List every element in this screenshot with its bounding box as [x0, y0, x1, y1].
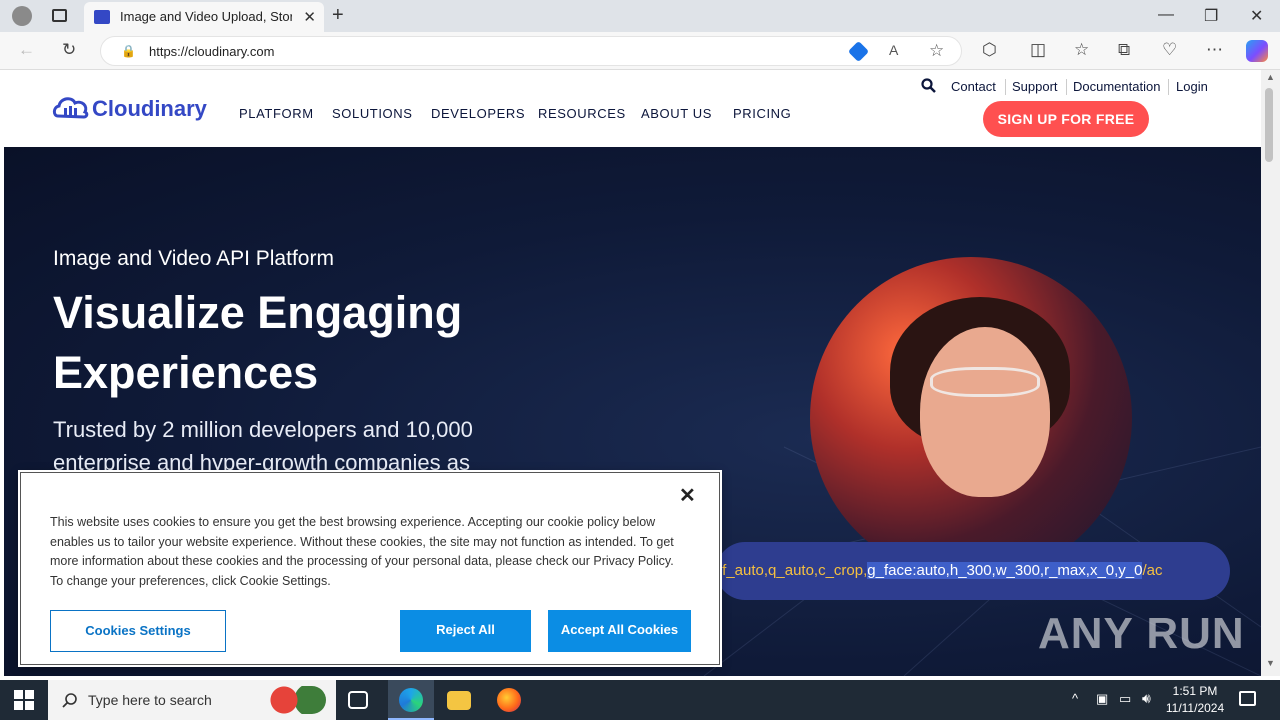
notifications-icon[interactable] [1239, 691, 1256, 706]
address-bar[interactable]: 🔒 https://cloudinary.com A ☆ [100, 36, 962, 66]
browser-essentials-icon[interactable]: ♡ [1162, 40, 1177, 60]
windows-start-icon[interactable] [14, 690, 34, 710]
show-hidden-icons[interactable]: ^ [1072, 691, 1078, 706]
window-close-icon[interactable]: ✕ [1250, 6, 1263, 26]
extensions-icon[interactable]: ⬡ [982, 40, 997, 60]
new-tab-button[interactable]: + [332, 4, 344, 27]
scroll-thumb[interactable] [1265, 88, 1273, 162]
volume-icon[interactable]: 🔊︎ [1142, 690, 1151, 707]
tab-cloudinary[interactable]: Image and Video Upload, Storage, ✕ [84, 2, 324, 32]
edge-browser-icon[interactable] [399, 688, 423, 712]
clock-time[interactable]: 1:51 PM [1164, 684, 1226, 698]
windows-taskbar: Type here to search ^ ▣ ▭ 🔊︎ 1:51 PM 11/… [0, 680, 1280, 720]
contact-link[interactable]: Contact [951, 79, 996, 94]
scroll-down-arrow-icon[interactable]: ▼ [1266, 658, 1275, 668]
search-highlight-icon [266, 686, 326, 714]
more-menu-icon[interactable]: ⋯ [1206, 40, 1223, 60]
url-highlight: g_face:auto,h_300,w_300,r_max,x_0,y_0 [867, 562, 1143, 579]
file-explorer-icon[interactable] [447, 691, 471, 710]
accept-all-cookies-button[interactable]: Accept All Cookies [548, 610, 691, 652]
divider [1005, 79, 1006, 95]
page-scrollbar[interactable]: ▲ ▼ [1261, 70, 1280, 676]
reject-all-button[interactable]: Reject All [400, 610, 531, 652]
url-suffix: /ac [1142, 562, 1163, 579]
network-icon[interactable]: ▭ [1119, 691, 1131, 707]
hero-title: Visualize Engaging Experiences [53, 287, 463, 398]
lock-icon: 🔒 [121, 44, 136, 58]
cookies-settings-button[interactable]: Cookies Settings [50, 610, 226, 652]
url-text: https://cloudinary.com [149, 44, 275, 59]
support-link[interactable]: Support [1012, 79, 1058, 94]
tab-title: Image and Video Upload, Storage, [120, 9, 292, 24]
firefox-icon[interactable] [497, 688, 521, 712]
tab-actions-icon[interactable] [52, 9, 67, 22]
nav-about-us[interactable]: ABOUT US [641, 106, 712, 121]
split-screen-icon[interactable]: ◫ [1030, 40, 1046, 60]
anyrun-watermark: ANY RUN [1038, 609, 1245, 658]
scroll-up-arrow-icon[interactable]: ▲ [1266, 72, 1275, 82]
minimize-icon[interactable]: — [1158, 6, 1174, 24]
favorites-icon[interactable]: ☆ [1074, 40, 1089, 60]
address-toolbar: ← ↻ 🔒 https://cloudinary.com A ☆ ⬡ ◫ ☆ ⧉… [0, 32, 1280, 70]
hero-subtitle: Trusted by 2 million developers and 10,0… [53, 417, 473, 475]
search-icon[interactable] [921, 78, 936, 93]
hero-eyebrow: Image and Video API Platform [53, 247, 334, 270]
hero-photo [810, 257, 1132, 579]
browser-tab-bar: Image and Video Upload, Storage, ✕ + — ❐… [0, 0, 1280, 32]
profile-icon[interactable] [12, 6, 32, 26]
collections-icon[interactable]: ⧉ [1118, 40, 1130, 60]
divider [1066, 79, 1067, 95]
copilot-icon[interactable] [1246, 40, 1268, 62]
transformation-url-pill: /f_auto,q_auto,c_crop,g_face:auto,h_300,… [716, 542, 1230, 600]
taskbar-search[interactable]: Type here to search [48, 680, 336, 720]
nav-pricing[interactable]: PRICING [733, 106, 791, 121]
cookie-text: This website uses cookies to ensure you … [50, 515, 674, 588]
nav-platform[interactable]: PLATFORM [239, 106, 314, 121]
cloudinary-favicon-icon [94, 10, 110, 24]
cloudinary-logo-icon[interactable] [52, 94, 90, 120]
back-icon[interactable]: ← [18, 40, 35, 60]
transformation-url: /f_auto,q_auto,c_crop,g_face:auto,h_300,… [718, 562, 1163, 579]
cookie-consent-dialog: ✕ This website uses cookies to ensure yo… [20, 472, 720, 665]
favorite-star-icon[interactable]: ☆ [929, 41, 944, 61]
nav-solutions[interactable]: SOLUTIONS [332, 106, 413, 121]
tab-close-icon[interactable]: ✕ [303, 8, 316, 26]
nav-resources[interactable]: RESOURCES [538, 106, 626, 121]
read-aloud-icon[interactable]: A [889, 42, 898, 58]
taskbar-search-placeholder: Type here to search [88, 692, 212, 708]
clock-date[interactable]: 11/11/2024 [1164, 701, 1226, 715]
nav-developers[interactable]: DEVELOPERS [431, 106, 525, 121]
signup-button[interactable]: SIGN UP FOR FREE [983, 101, 1149, 137]
url-prefix: /f_auto,q_auto,c_crop, [718, 562, 868, 579]
logo-text[interactable]: Cloudinary [92, 96, 207, 122]
photo-face [920, 327, 1050, 497]
divider [1168, 79, 1169, 95]
restore-icon[interactable]: ❐ [1204, 6, 1218, 26]
cookie-close-icon[interactable]: ✕ [679, 483, 696, 508]
refresh-icon[interactable]: ↻ [62, 40, 76, 60]
device-icon[interactable]: ▣ [1096, 691, 1108, 707]
shopping-tag-icon[interactable] [847, 40, 870, 63]
search-icon [62, 693, 77, 708]
task-view-icon[interactable] [348, 691, 368, 709]
photo-glasses [930, 367, 1040, 397]
site-header: Cloudinary PLATFORM SOLUTIONS DEVELOPERS… [4, 70, 1261, 147]
documentation-link[interactable]: Documentation [1073, 79, 1160, 94]
login-link[interactable]: Login [1176, 79, 1208, 94]
